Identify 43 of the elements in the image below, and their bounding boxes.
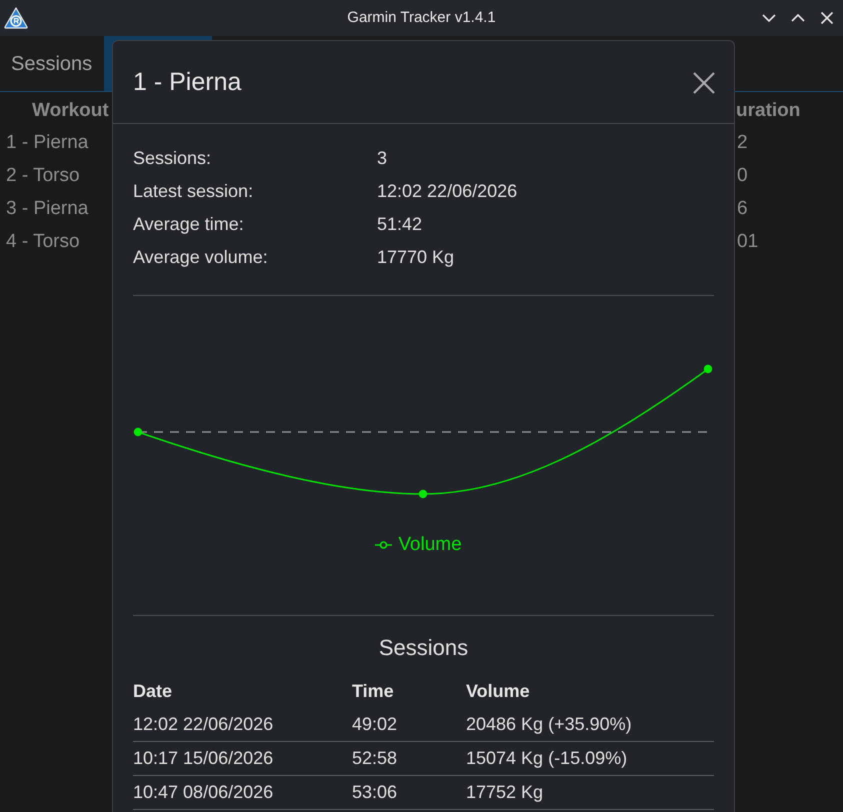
section-heading: Sessions — [378, 634, 468, 662]
table-cell-text: 01 — [736, 230, 758, 254]
table-cell-text: 2 — [736, 131, 748, 156]
table-cell: 53:06 — [352, 782, 398, 802]
stat-value: 17770 Kg — [377, 246, 456, 269]
table-cell: 10:47 08/06/2026 — [133, 782, 274, 802]
tab[interactable]: Sessions — [0, 36, 104, 91]
column-header: Date — [133, 680, 172, 700]
dialog-title: 1 - Pierna — [133, 67, 242, 98]
table-cell-text: 0 — [736, 164, 748, 188]
app-logo-icon — [4, 7, 28, 29]
data-point — [134, 428, 142, 436]
table-cell: 15074 Kg (-15.09%) — [466, 748, 628, 768]
stat-label: Sessions: — [133, 147, 212, 170]
stat-label: Average time: — [133, 213, 245, 236]
data-point — [704, 364, 712, 374]
table-cell: 20486 Kg (+35.90%) — [466, 714, 632, 734]
window-title: Garmin Tracker v1.4.1 — [347, 8, 496, 28]
stat-value: 3 — [377, 147, 388, 170]
column-header: Time — [352, 680, 394, 700]
close-icon — [693, 72, 715, 94]
table-cell: 10:17 15/06/2026 — [133, 748, 274, 768]
legend-label: Volume — [398, 533, 462, 557]
close-button[interactable] — [692, 71, 716, 95]
table-cell: 2 - Torso — [6, 165, 80, 186]
stat-value: 12:02 22/06/2026 — [377, 180, 518, 203]
stat-label: Average volume: — [133, 246, 269, 269]
column-header: Volume — [466, 680, 530, 700]
data-point — [418, 490, 428, 498]
stat-label: Latest session: — [133, 180, 254, 203]
table-cell: 3 - Pierna — [6, 198, 88, 220]
table-cell: 52:58 — [352, 748, 398, 768]
table-cell: 49:02 — [352, 714, 398, 734]
table-cell-text: 6 — [736, 197, 748, 222]
table-cell: 12:02 22/06/2026 — [133, 714, 274, 734]
table-cell: 17752 Kg — [466, 782, 544, 802]
table-cell: 1 - Pierna — [6, 132, 88, 154]
column-header: uration — [735, 98, 800, 123]
column-header: Workout — [32, 100, 109, 121]
stat-value: 51:42 — [377, 213, 424, 236]
table-cell: 4 - Torso — [6, 231, 80, 252]
legend-line-icon — [375, 541, 392, 550]
close-icon — [820, 11, 834, 25]
